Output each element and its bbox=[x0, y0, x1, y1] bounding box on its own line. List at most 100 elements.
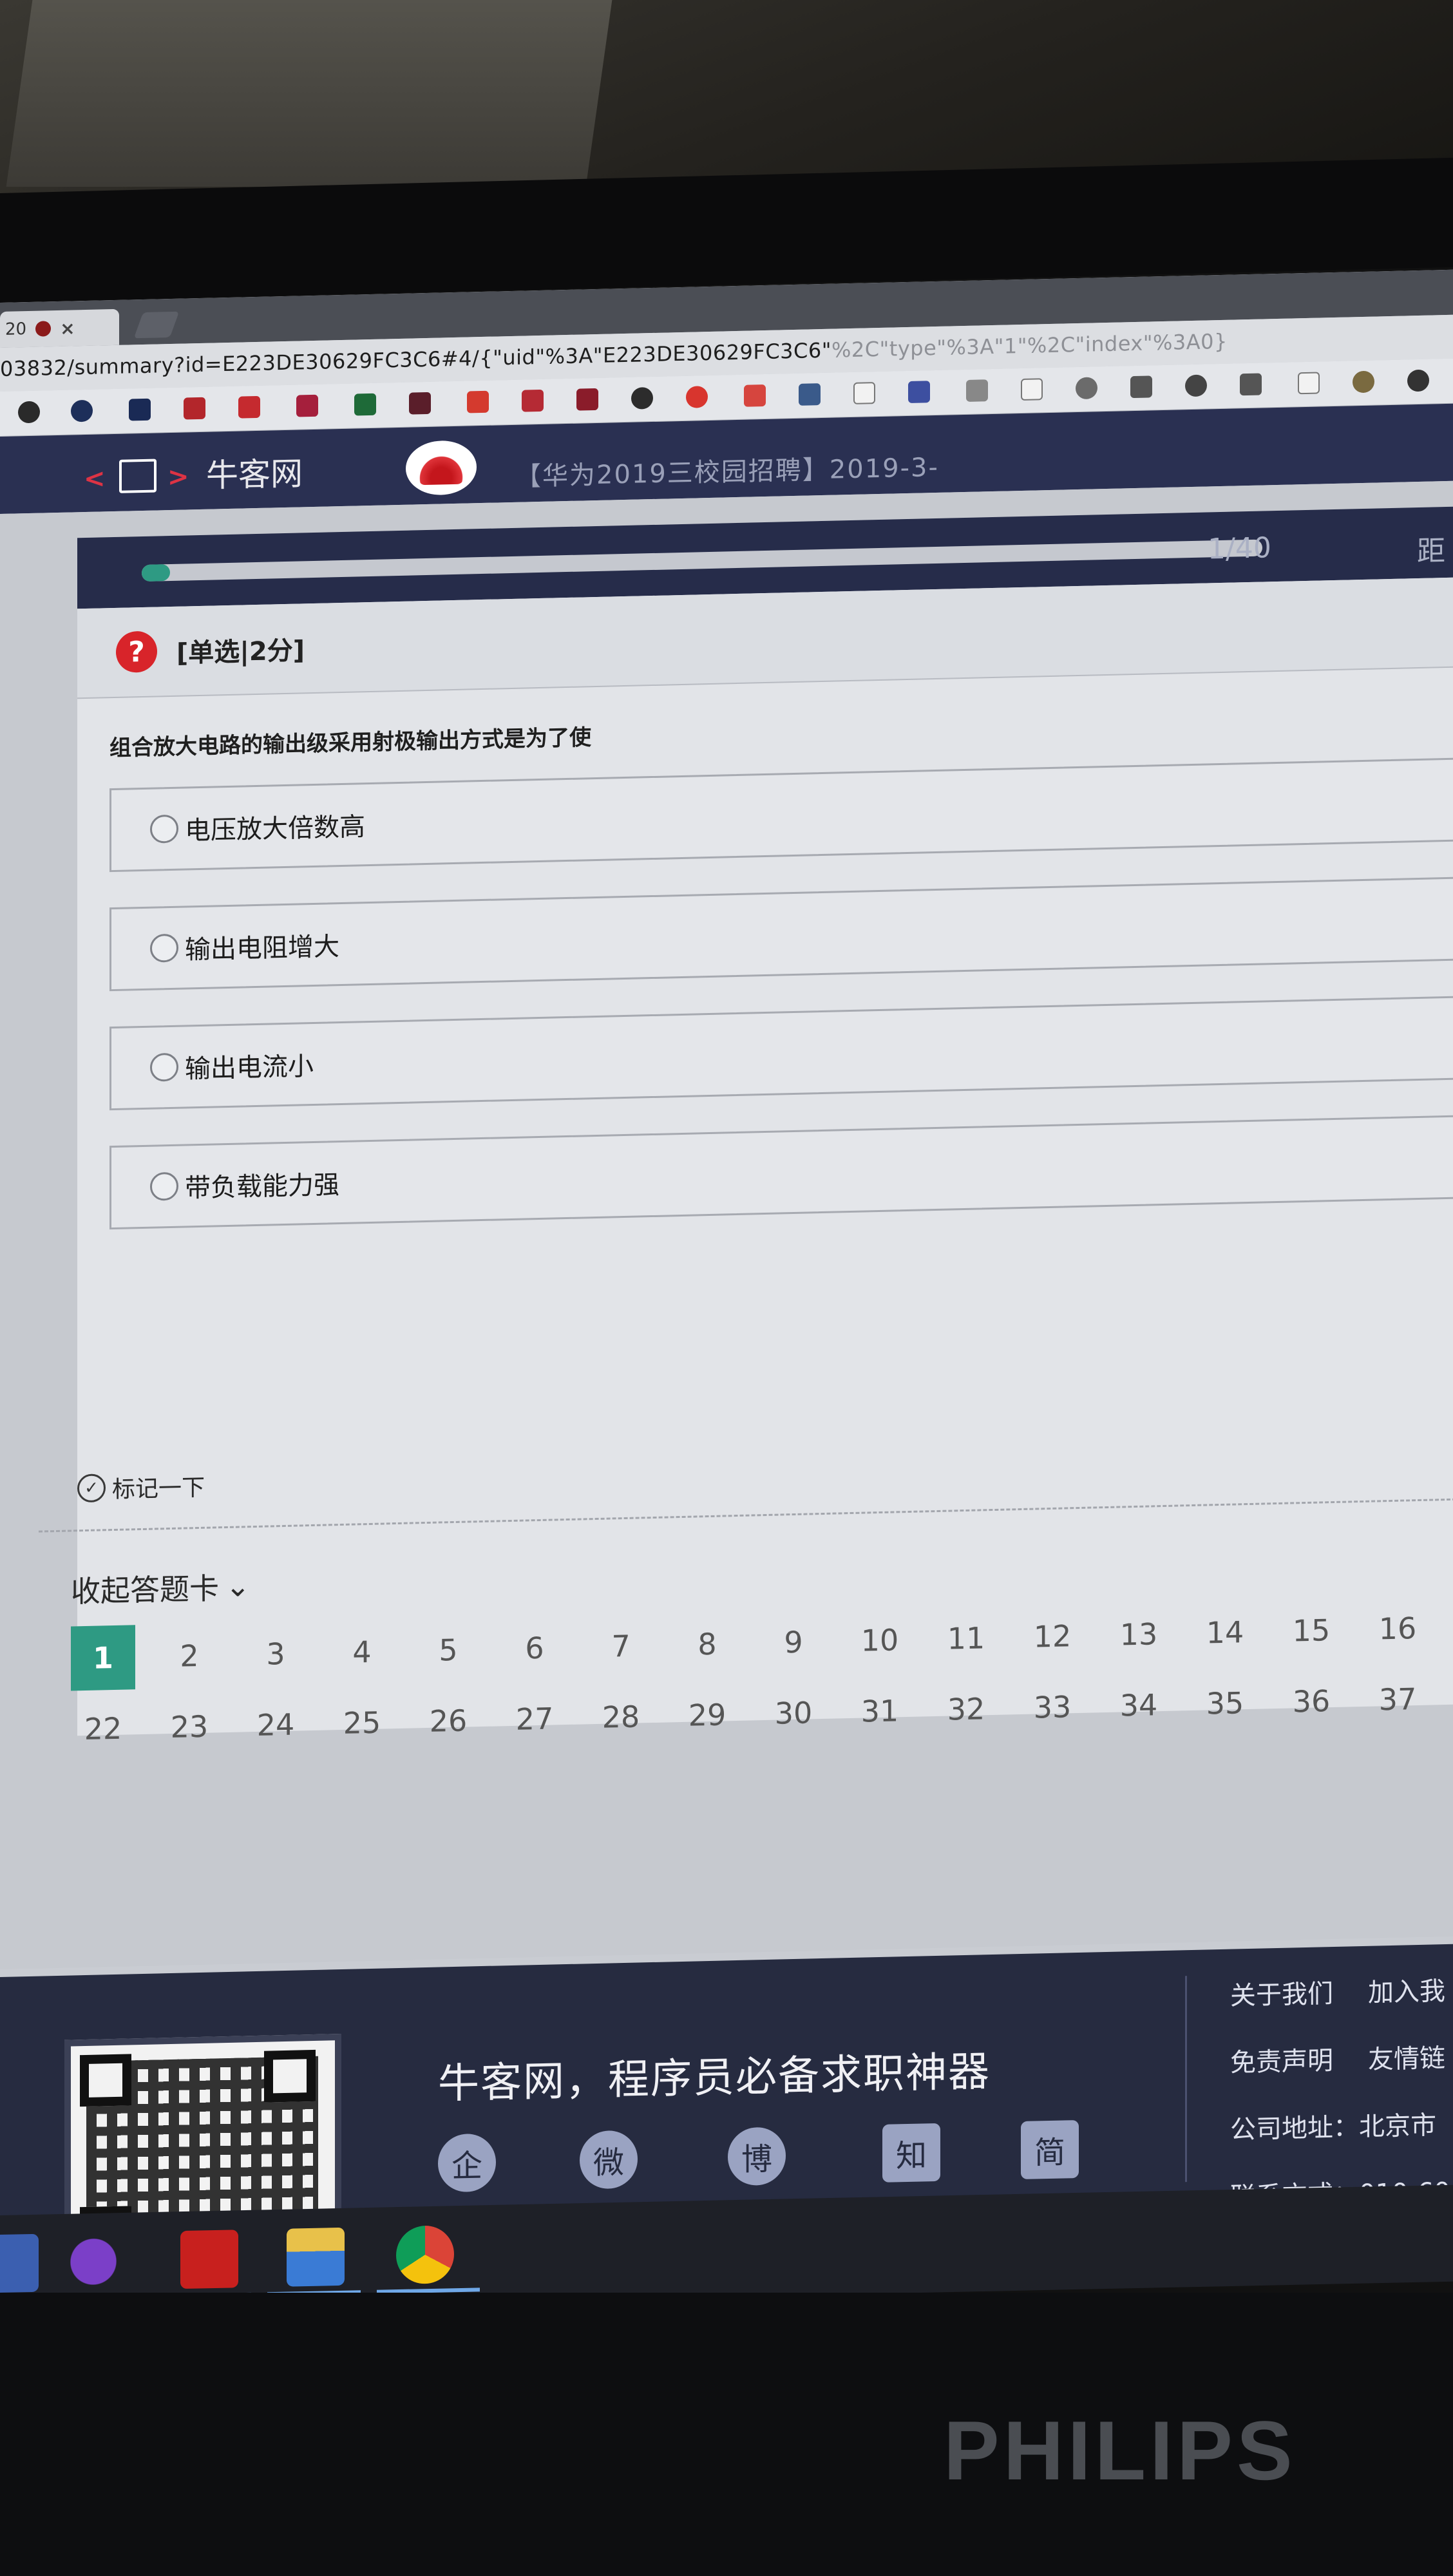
question-number-14[interactable]: 14 bbox=[1193, 1600, 1257, 1665]
question-number-6[interactable]: 6 bbox=[502, 1615, 567, 1681]
question-number-24[interactable]: 24 bbox=[243, 1692, 308, 1757]
disclaimer-link[interactable]: 免责声明 bbox=[1230, 2046, 1333, 2078]
question-number-12[interactable]: 12 bbox=[1020, 1604, 1085, 1669]
question-number-30[interactable]: 30 bbox=[761, 1680, 826, 1746]
question-number-28[interactable]: 28 bbox=[589, 1684, 653, 1750]
zhihu-icon[interactable]: 知 bbox=[882, 2123, 940, 2183]
bookmark-icon[interactable] bbox=[1130, 375, 1152, 399]
logo-text: 牛客网 bbox=[206, 455, 303, 495]
bookmark-icon[interactable] bbox=[1353, 370, 1374, 393]
tab-close-icon[interactable]: × bbox=[60, 317, 75, 339]
question-number-2[interactable]: 2 bbox=[157, 1623, 222, 1689]
progress-track bbox=[142, 539, 1262, 582]
question-number-36[interactable]: 36 bbox=[1279, 1669, 1344, 1734]
progress-fill bbox=[142, 564, 170, 582]
bookmark-icon[interactable] bbox=[908, 381, 930, 404]
question-number-33[interactable]: 33 bbox=[1020, 1674, 1085, 1740]
bookmark-icon[interactable] bbox=[744, 384, 766, 407]
radio-icon[interactable] bbox=[150, 1171, 178, 1201]
taskbar-app-icon[interactable] bbox=[0, 2233, 39, 2293]
weibo-icon[interactable]: 博 bbox=[728, 2126, 786, 2186]
option-label: 输出电流小 bbox=[185, 1051, 314, 1084]
option-b[interactable]: 输出电阻增大 bbox=[109, 876, 1453, 992]
question-number-1[interactable]: 1 bbox=[71, 1625, 135, 1691]
question-number-34[interactable]: 34 bbox=[1106, 1672, 1171, 1738]
question-number-3[interactable]: 3 bbox=[243, 1621, 308, 1687]
jianshu-icon[interactable]: 简 bbox=[1021, 2119, 1079, 2180]
question-number-35[interactable]: 35 bbox=[1193, 1671, 1257, 1736]
question-number-13[interactable]: 13 bbox=[1106, 1602, 1171, 1667]
vs-app-icon[interactable] bbox=[64, 2232, 122, 2291]
site-logo[interactable]: < > 牛客网 bbox=[84, 448, 303, 499]
exam-title: 【华为2019三校园招聘】2019-3- bbox=[515, 452, 939, 492]
friend-links-link[interactable]: 友情链 bbox=[1368, 2043, 1445, 2075]
chrome-icon[interactable] bbox=[396, 2225, 454, 2285]
bookmark-icon[interactable] bbox=[238, 395, 260, 419]
tab-title: 20 bbox=[5, 319, 27, 339]
collapse-answer-sheet-button[interactable]: 收起答题卡 ⌄ bbox=[71, 1564, 251, 1611]
bookmark-icon[interactable] bbox=[522, 389, 544, 412]
question-number-26[interactable]: 26 bbox=[416, 1688, 480, 1754]
option-a[interactable]: 电压放大倍数高 bbox=[109, 757, 1453, 873]
page-body: 1/40 距 ? [单选|2分] 组合放大电路的输出级采用射极输出方式是为了使 … bbox=[0, 480, 1453, 1969]
progress-text: 1/40 bbox=[1208, 531, 1271, 566]
browser-tab[interactable]: 20 × bbox=[0, 308, 119, 348]
question-number-7[interactable]: 7 bbox=[589, 1613, 653, 1679]
bookmark-icon[interactable] bbox=[467, 390, 489, 413]
question-number-32[interactable]: 32 bbox=[934, 1676, 998, 1742]
bookmark-icon[interactable] bbox=[1407, 369, 1429, 392]
bookmark-icon[interactable] bbox=[853, 382, 875, 404]
bookmark-icon[interactable] bbox=[1185, 374, 1207, 397]
question-number-37[interactable]: 37 bbox=[1365, 1667, 1430, 1732]
bookmark-icon[interactable] bbox=[354, 393, 376, 416]
question-number-5[interactable]: 5 bbox=[416, 1617, 480, 1683]
question-number-9[interactable]: 9 bbox=[761, 1609, 826, 1675]
bookmark-icon[interactable] bbox=[129, 398, 151, 421]
question-number-23[interactable]: 23 bbox=[157, 1694, 222, 1759]
qq-icon[interactable]: 企 bbox=[438, 2133, 496, 2193]
question-number-31[interactable]: 31 bbox=[848, 1678, 912, 1744]
about-link[interactable]: 关于我们 bbox=[1230, 1979, 1333, 2011]
bookmark-icon[interactable] bbox=[966, 379, 988, 402]
option-d[interactable]: 带负载能力强 bbox=[109, 1114, 1453, 1230]
bookmark-icon[interactable] bbox=[1240, 373, 1262, 396]
question-number-10[interactable]: 10 bbox=[848, 1607, 912, 1673]
bookmark-icon[interactable] bbox=[686, 386, 708, 408]
bookmark-icon[interactable] bbox=[631, 386, 653, 410]
wechat-icon[interactable]: 微 bbox=[580, 2130, 638, 2190]
bookmark-icon[interactable] bbox=[1076, 377, 1097, 400]
question-text: 组合放大电路的输出级采用射极输出方式是为了使 bbox=[109, 724, 591, 762]
question-type: [单选|2分] bbox=[176, 636, 305, 668]
bookmark-icon[interactable] bbox=[18, 401, 40, 424]
new-tab-button[interactable] bbox=[133, 311, 180, 339]
join-link[interactable]: 加入我 bbox=[1368, 1976, 1445, 2008]
bookmark-icon[interactable] bbox=[576, 388, 598, 411]
question-number-25[interactable]: 25 bbox=[330, 1690, 394, 1756]
mark-question-button[interactable]: ✓ 标记一下 bbox=[77, 1469, 205, 1505]
acrobat-icon[interactable] bbox=[180, 2230, 238, 2289]
question-number-4[interactable]: 4 bbox=[330, 1619, 394, 1685]
question-number-11[interactable]: 11 bbox=[934, 1605, 998, 1671]
option-c[interactable]: 输出电流小 bbox=[109, 995, 1453, 1111]
bookmark-icon[interactable] bbox=[799, 383, 821, 406]
bookmark-icon[interactable] bbox=[1298, 372, 1320, 395]
question-number-16[interactable]: 16 bbox=[1365, 1596, 1430, 1662]
tab-favicon-icon bbox=[35, 321, 52, 337]
question-number-29[interactable]: 29 bbox=[675, 1682, 739, 1748]
bookmark-icon[interactable] bbox=[184, 397, 205, 420]
question-number-22[interactable]: 22 bbox=[71, 1696, 135, 1761]
radio-icon[interactable] bbox=[150, 1052, 178, 1082]
option-label: 带负载能力强 bbox=[185, 1170, 339, 1204]
file-explorer-icon[interactable] bbox=[287, 2227, 345, 2287]
radio-icon[interactable] bbox=[150, 933, 178, 963]
bookmark-icon[interactable] bbox=[296, 394, 318, 417]
question-number-27[interactable]: 27 bbox=[502, 1686, 567, 1752]
bookmark-icon[interactable] bbox=[1021, 378, 1043, 401]
toggle-label: 收起答题卡 bbox=[71, 1571, 219, 1609]
question-number-15[interactable]: 15 bbox=[1279, 1598, 1344, 1663]
question-number-8[interactable]: 8 bbox=[675, 1611, 739, 1677]
option-label: 输出电阻增大 bbox=[185, 932, 339, 965]
bookmark-icon[interactable] bbox=[71, 399, 93, 422]
bookmark-icon[interactable] bbox=[409, 392, 431, 415]
radio-icon[interactable] bbox=[150, 814, 178, 844]
